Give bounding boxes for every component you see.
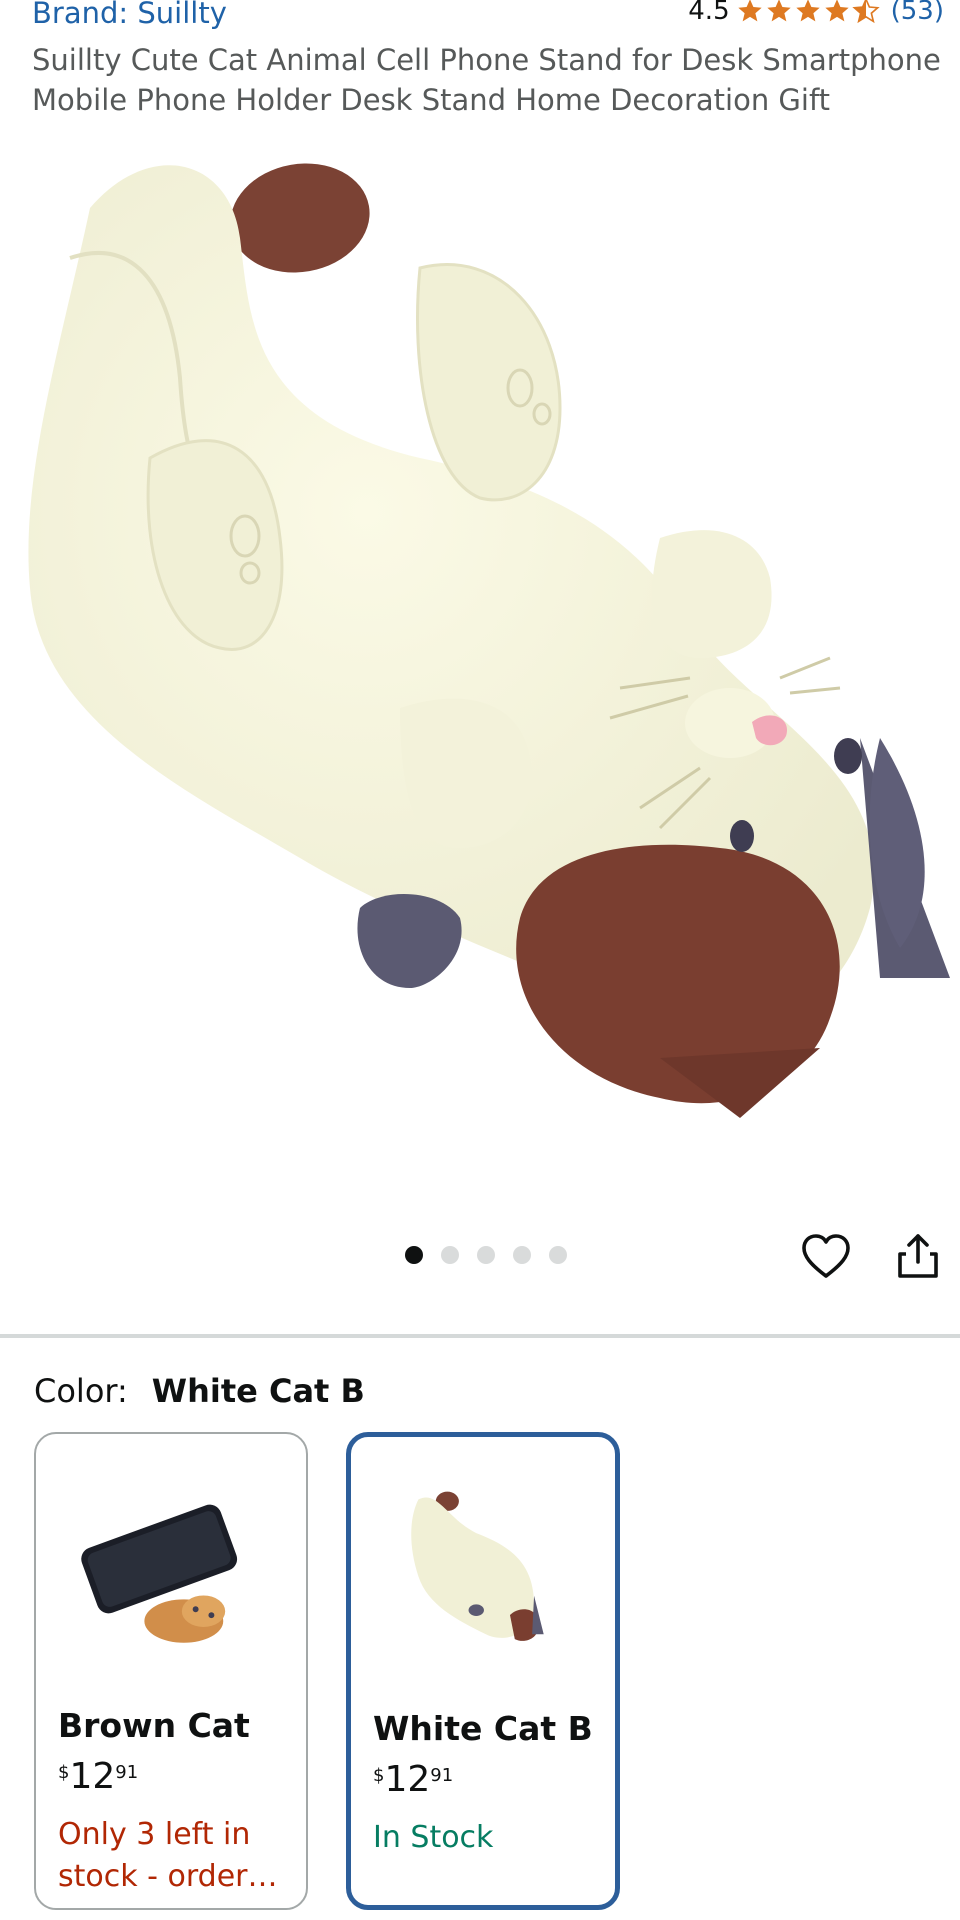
image-carousel-indicator[interactable] (405, 1246, 585, 1264)
price-symbol: $ (373, 1765, 385, 1786)
color-label: Color: (34, 1372, 128, 1410)
color-selection-header: Color: White Cat B (34, 1372, 365, 1410)
color-option-brown-cat[interactable]: Brown Cat $ 12 91 Only 3 left in stock -… (34, 1432, 308, 1910)
product-main-image[interactable] (0, 118, 960, 1208)
half-star-icon (851, 0, 880, 24)
price-symbol: $ (58, 1762, 70, 1783)
heart-icon (802, 1234, 850, 1278)
rating-count[interactable]: (53) (891, 0, 944, 26)
option-price: $ 12 91 (58, 1756, 138, 1797)
white-cat-thumbnail (411, 1491, 544, 1641)
selected-color: White Cat B (151, 1372, 365, 1410)
product-title: Suillty Cute Cat Animal Cell Phone Stand… (32, 43, 941, 117)
star-icon (766, 0, 791, 22)
share-icon (898, 1234, 938, 1278)
product-header: Brand: Suillty 4.5 (53) Suillty Cute Cat… (0, 0, 960, 118)
section-divider (0, 1334, 960, 1338)
rating-value: 4.5 (688, 0, 730, 26)
stock-status: In Stock (373, 1820, 494, 1855)
price-whole: 12 (384, 1759, 431, 1800)
option-price: $ 12 91 (373, 1759, 453, 1800)
carousel-dot[interactable] (513, 1246, 531, 1264)
stock-status: Only 3 left in stock - order… (58, 1817, 278, 1894)
brand-link[interactable]: Brand: Suillty (32, 0, 227, 30)
cat-phone-stand-image (28, 163, 950, 1118)
option-name: Brown Cat (58, 1706, 250, 1745)
add-to-list-button[interactable] (800, 1232, 852, 1284)
carousel-dot[interactable] (549, 1246, 567, 1264)
star-icon (824, 0, 849, 22)
option-name: White Cat B (373, 1709, 593, 1748)
share-button[interactable] (892, 1230, 944, 1282)
star-icon (795, 0, 820, 22)
color-option-white-cat-b[interactable]: White Cat B $ 12 91 In Stock (346, 1432, 620, 1910)
price-fraction: 91 (115, 1762, 139, 1783)
price-fraction: 91 (430, 1765, 454, 1786)
brown-cat-thumbnail (81, 1504, 238, 1643)
price-whole: 12 (69, 1756, 116, 1797)
star-icon (737, 0, 762, 22)
rating-summary[interactable]: 4.5 (53) (688, 0, 944, 26)
carousel-dot[interactable] (477, 1246, 495, 1264)
star-rating (736, 0, 881, 25)
carousel-dot[interactable] (441, 1246, 459, 1264)
carousel-dot-active[interactable] (405, 1246, 423, 1264)
